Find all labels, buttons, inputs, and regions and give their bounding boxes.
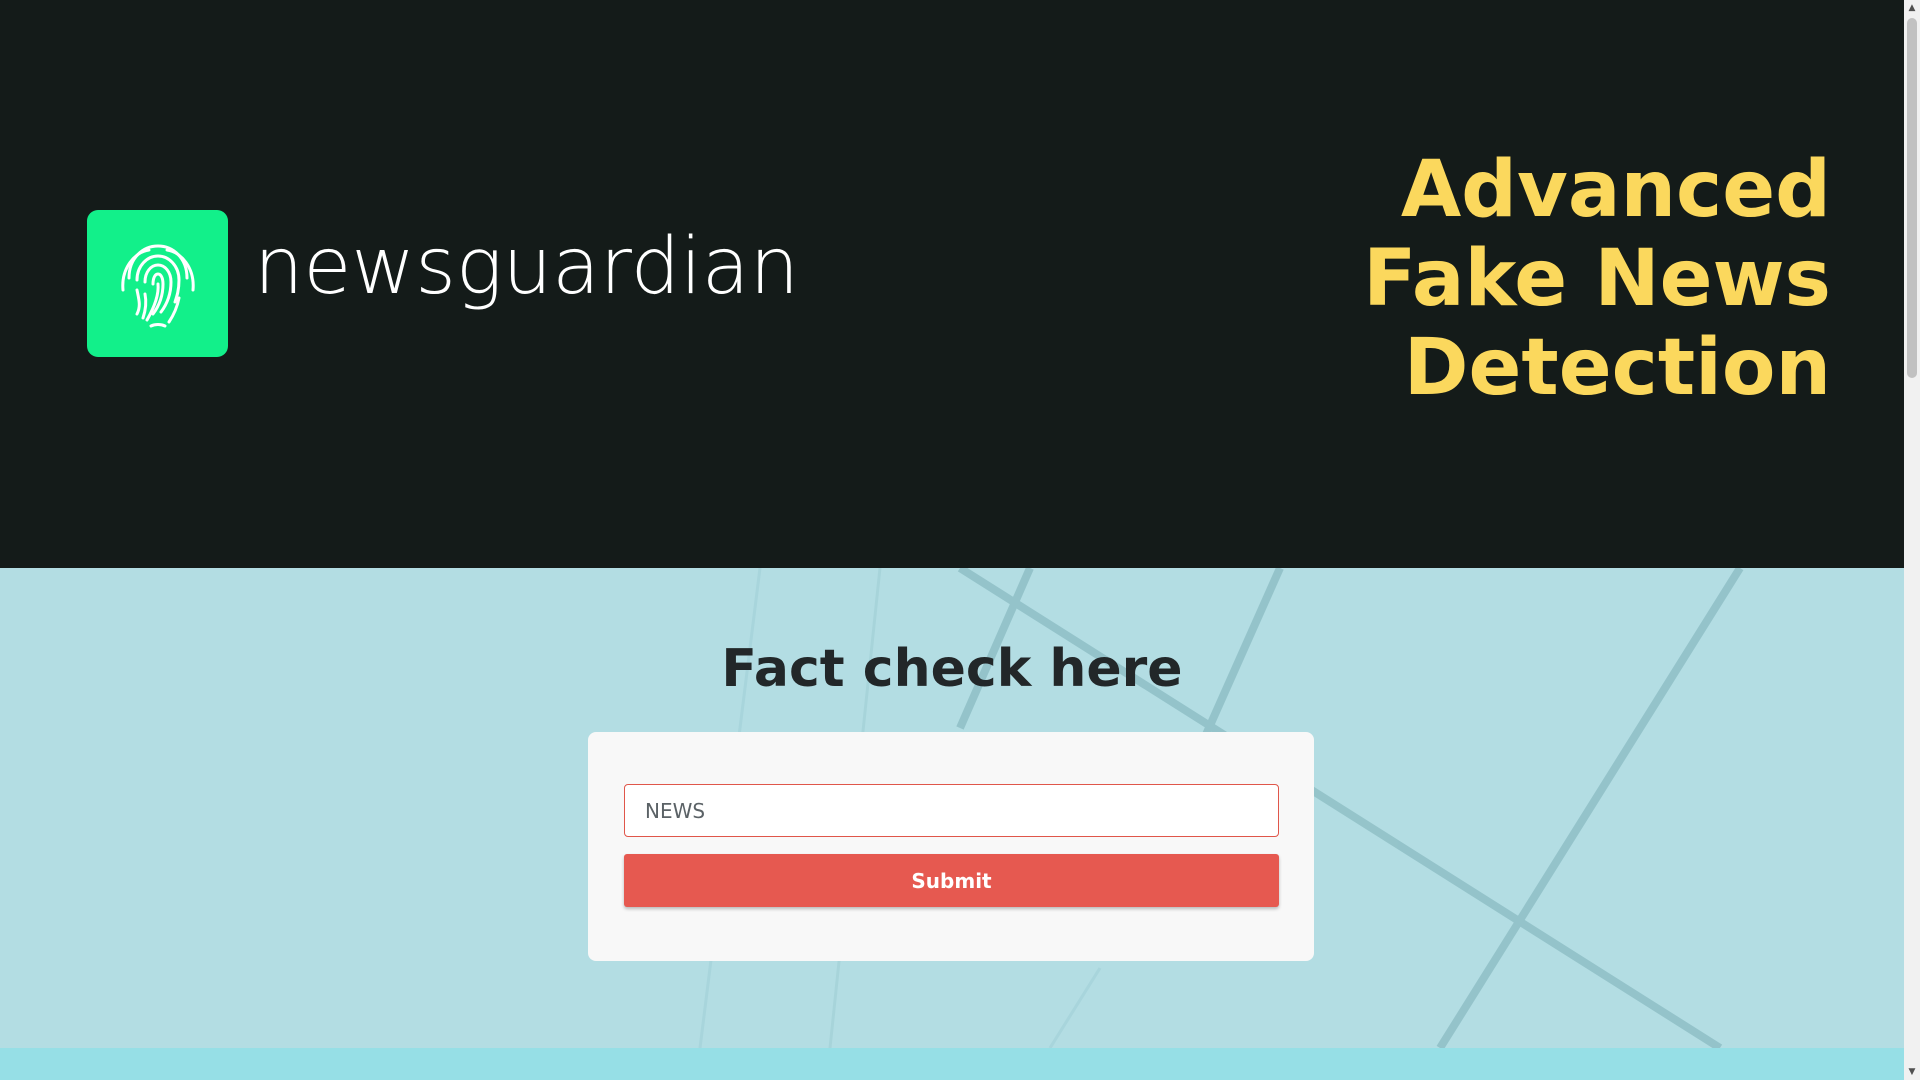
fact-check-card: Submit xyxy=(588,732,1314,961)
hero-title-line-1: Advanced xyxy=(1400,145,1831,235)
header: newsguardian Advanced Fake News Detectio… xyxy=(0,0,1904,568)
news-input[interactable] xyxy=(624,784,1279,837)
hero-title-line-3: Detection xyxy=(1403,323,1831,413)
hero-title: Advanced Fake News Detection xyxy=(1211,146,1831,413)
brand-name: newsguardian xyxy=(254,222,800,312)
scrollbar-thumb[interactable] xyxy=(1907,18,1917,378)
hero-title-line-2: Fake News xyxy=(1363,234,1831,324)
submit-button[interactable]: Submit xyxy=(624,854,1279,907)
fact-check-heading: Fact check here xyxy=(721,639,1183,699)
fact-check-section: Fact check here Submit xyxy=(0,568,1904,1048)
page: newsguardian Advanced Fake News Detectio… xyxy=(0,0,1904,1080)
scroll-up-arrow-icon[interactable]: ▲ xyxy=(1904,0,1920,16)
fingerprint-icon xyxy=(120,243,195,327)
scroll-down-arrow-icon[interactable]: ▼ xyxy=(1904,1064,1920,1080)
logo xyxy=(87,210,228,357)
footer-strip xyxy=(0,1048,1904,1080)
vertical-scrollbar[interactable]: ▲ ▼ xyxy=(1904,0,1920,1080)
